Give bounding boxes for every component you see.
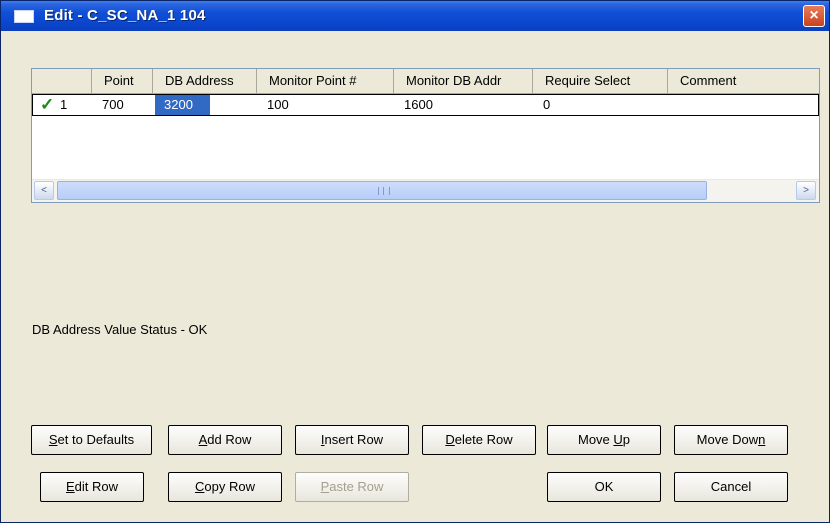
monitor-point-cell[interactable]: 100 (258, 95, 395, 115)
table-row[interactable]: ✓ 1 700 3200 100 1600 0 (32, 94, 819, 116)
delete-row-button[interactable]: Delete Row (422, 425, 536, 455)
button-accelerator: U (613, 432, 623, 447)
scrollbar-grip-icon (378, 187, 390, 195)
row-number-cell: 1 (60, 97, 68, 112)
insert-row-button[interactable]: Insert Row (295, 425, 409, 455)
button-label: et to Defaults (57, 432, 135, 447)
button-label: Move (577, 432, 614, 447)
grid-header: Point DB Address Monitor Point # Monitor… (32, 69, 819, 94)
edit-dialog: Edit - C_SC_NA_1 104 × Point DB Address … (0, 0, 830, 523)
title-bar[interactable]: Edit - C_SC_NA_1 104 × (1, 1, 829, 31)
column-header-db-address[interactable]: DB Address (153, 69, 257, 93)
require-select-cell[interactable]: 0 (534, 95, 669, 115)
comment-cell[interactable] (669, 95, 818, 115)
button-accelerator: D (445, 432, 455, 447)
button-label: nsert Row (324, 432, 384, 447)
move-down-button[interactable]: Move Down (674, 425, 788, 455)
monitor-db-addr-cell[interactable]: 1600 (395, 95, 534, 115)
set-to-defaults-button[interactable]: Set to Defaults (31, 425, 152, 455)
move-up-button[interactable]: Move Up (547, 425, 661, 455)
button-accelerator: A (198, 432, 208, 447)
cancel-button[interactable]: Cancel (674, 472, 788, 502)
button-label: opy Row (204, 479, 255, 494)
column-header-monitor-db-addr[interactable]: Monitor DB Addr (394, 69, 533, 93)
window-icon (14, 10, 34, 23)
scrollbar-thumb[interactable] (57, 181, 707, 200)
ok-button[interactable]: OK (547, 472, 661, 502)
button-accelerator: n (758, 432, 766, 447)
column-header-require-select[interactable]: Require Select (533, 69, 668, 93)
button-label: OK (594, 479, 614, 494)
horizontal-scrollbar[interactable]: < > (32, 179, 819, 202)
column-header-comment[interactable]: Comment (668, 69, 819, 93)
window-title: Edit - C_SC_NA_1 104 (44, 7, 206, 24)
button-accelerator: E (65, 479, 75, 494)
row-number-column-header (32, 69, 92, 93)
button-label: dit Row (74, 479, 119, 494)
points-grid[interactable]: Point DB Address Monitor Point # Monitor… (31, 68, 820, 203)
paste-row-button[interactable]: Paste Row (295, 472, 409, 502)
button-label: dd Row (207, 432, 252, 447)
column-header-monitor-point[interactable]: Monitor Point # (257, 69, 394, 93)
button-label: aste Row (329, 479, 384, 494)
add-row-button[interactable]: Add Row (168, 425, 282, 455)
button-label: Cancel (710, 479, 752, 494)
button-label: Move Dow (696, 432, 759, 447)
button-label: elete Row (454, 432, 513, 447)
edit-row-button[interactable]: Edit Row (40, 472, 144, 502)
button-accelerator: C (195, 479, 205, 494)
db-address-cell[interactable]: 3200 (155, 95, 210, 115)
point-cell[interactable]: 700 (93, 95, 154, 115)
scroll-right-button[interactable]: > (796, 181, 816, 200)
db-address-status: DB Address Value Status - OK (32, 322, 208, 337)
scroll-left-button[interactable]: < (34, 181, 54, 200)
button-accelerator: S (48, 432, 58, 447)
close-button[interactable]: × (803, 5, 825, 27)
column-header-point[interactable]: Point (92, 69, 153, 93)
button-label: p (622, 432, 631, 447)
copy-row-button[interactable]: Copy Row (168, 472, 282, 502)
button-accelerator: P (320, 479, 330, 494)
